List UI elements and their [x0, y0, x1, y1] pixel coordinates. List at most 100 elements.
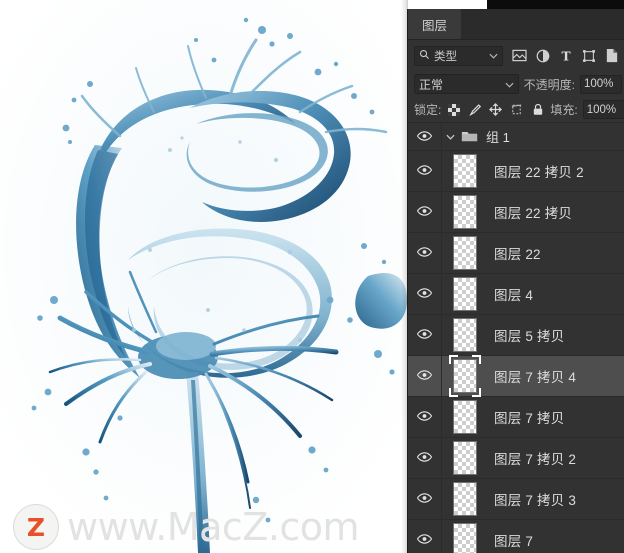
adjustment-layer-filter-icon[interactable] — [532, 45, 553, 66]
watermark-text: www.MacZ.com — [67, 505, 360, 549]
layer-group-row[interactable]: 组 1 — [408, 123, 624, 151]
document-canvas[interactable]: Z www.MacZ.com — [0, 0, 407, 553]
layer-row[interactable]: 图层 7 — [408, 520, 624, 553]
eye-icon — [416, 328, 433, 342]
opacity-input[interactable]: 100% — [580, 74, 622, 94]
layer-thumbnail-cell[interactable] — [442, 479, 488, 519]
layer-thumbnail — [453, 195, 477, 229]
chevron-down-icon — [489, 50, 498, 62]
layer-thumbnail-cell[interactable] — [442, 520, 488, 553]
layer-name[interactable]: 图层 4 — [488, 284, 624, 304]
eye-icon — [416, 205, 433, 219]
eye-icon — [416, 492, 433, 506]
layer-thumbnail-cell[interactable] — [442, 438, 488, 478]
svg-text:T: T — [561, 49, 570, 63]
layer-thumbnail — [453, 277, 477, 311]
type-layer-filter-icon[interactable]: T — [555, 45, 576, 66]
tab-layers[interactable]: 图层 — [408, 9, 463, 39]
lock-artboard-nesting-icon[interactable] — [509, 102, 524, 117]
layer-name[interactable]: 图层 7 拷贝 3 — [488, 489, 624, 509]
blend-mode-select[interactable]: 正常 — [414, 74, 519, 94]
layer-thumbnail-cell[interactable] — [442, 274, 488, 314]
layer-name[interactable]: 图层 7 — [488, 530, 624, 550]
search-icon — [419, 49, 430, 63]
layer-row[interactable]: 图层 7 拷贝 2 — [408, 438, 624, 479]
layer-visibility-toggle[interactable] — [408, 520, 442, 553]
layers-panel[interactable]: 图层 类型 T 正常 不透明度: 100% 锁定: 填充: 100% 组 1 图… — [407, 9, 624, 553]
layer-row[interactable]: 图层 7 拷贝 4 — [408, 355, 624, 397]
layer-visibility-toggle[interactable] — [408, 274, 442, 314]
layer-thumbnail-cell[interactable] — [442, 192, 488, 232]
layer-thumbnail — [453, 236, 477, 270]
layer-visibility-toggle[interactable] — [408, 479, 442, 519]
fill-input[interactable]: 100% — [582, 100, 624, 119]
screenshot-root: Z www.MacZ.com 图层 类型 T 正常 不透明度: 100% 锁定:… — [0, 0, 624, 553]
layer-thumbnail — [453, 482, 477, 516]
group-visibility-toggle[interactable] — [408, 123, 442, 150]
layer-thumbnail — [453, 441, 477, 475]
layer-name[interactable]: 图层 7 拷贝 — [488, 407, 624, 427]
layer-name[interactable]: 图层 5 拷贝 — [488, 325, 624, 345]
layer-thumbnail — [453, 400, 477, 434]
layer-row[interactable]: 图层 5 拷贝 — [408, 315, 624, 356]
panel-tab-bar: 图层 — [408, 9, 624, 40]
lock-icon-group — [446, 102, 545, 117]
lock-all-icon[interactable] — [530, 102, 545, 117]
layer-filter-row: 类型 T — [408, 40, 624, 71]
layer-name[interactable]: 图层 7 拷贝 4 — [488, 366, 624, 386]
layer-thumbnail — [453, 359, 477, 393]
smart-object-filter-icon[interactable] — [601, 45, 622, 66]
water-rose-artwork — [0, 0, 407, 553]
layer-visibility-toggle[interactable] — [408, 397, 442, 437]
layer-visibility-toggle[interactable] — [408, 233, 442, 273]
layer-thumbnail-cell[interactable] — [442, 397, 488, 437]
layer-row[interactable]: 图层 22 — [408, 233, 624, 274]
layer-thumbnail — [453, 523, 477, 553]
folder-icon — [458, 130, 480, 143]
layer-row[interactable]: 图层 22 拷贝 2 — [408, 151, 624, 192]
eye-icon — [416, 451, 433, 465]
layer-thumbnail-cell[interactable] — [442, 315, 488, 355]
eye-icon — [416, 246, 433, 260]
layer-visibility-toggle[interactable] — [408, 192, 442, 232]
layer-list[interactable]: 组 1 图层 22 拷贝 2 图层 22 拷贝 图层 22 图层 4 图层 5 拷贝 图层… — [408, 123, 624, 553]
layer-thumbnail-cell[interactable] — [442, 355, 488, 397]
layer-thumbnail-cell[interactable] — [442, 151, 488, 191]
layer-row[interactable]: 图层 7 拷贝 — [408, 397, 624, 438]
layer-visibility-toggle[interactable] — [408, 315, 442, 355]
layer-name[interactable]: 图层 22 拷贝 2 — [488, 161, 624, 181]
filter-type-select[interactable]: 类型 — [414, 45, 503, 66]
watermark: Z www.MacZ.com — [14, 505, 360, 549]
shape-layer-filter-icon[interactable] — [578, 45, 599, 66]
lock-image-pixels-icon[interactable] — [467, 102, 482, 117]
eye-icon — [416, 130, 433, 144]
fill-label: 填充: — [550, 103, 578, 117]
eye-icon — [416, 533, 433, 547]
layer-row[interactable]: 图层 4 — [408, 274, 624, 315]
layer-thumbnail — [453, 154, 477, 188]
layer-visibility-toggle[interactable] — [408, 438, 442, 478]
layer-name[interactable]: 图层 7 拷贝 2 — [488, 448, 624, 468]
macz-logo-icon: Z — [14, 505, 58, 549]
filter-icon-group: T — [509, 45, 622, 66]
layer-visibility-toggle[interactable] — [408, 356, 442, 396]
chevron-down-icon — [505, 77, 514, 91]
lock-transparent-pixels-icon[interactable] — [446, 102, 461, 117]
layer-name[interactable]: 图层 22 拷贝 — [488, 202, 624, 222]
layer-name[interactable]: 图层 22 — [488, 243, 624, 263]
lock-fill-row: 锁定: 填充: 100% — [408, 97, 624, 123]
eye-icon — [416, 410, 433, 424]
blend-opacity-row: 正常 不透明度: 100% — [408, 71, 624, 97]
group-name[interactable]: 组 1 — [480, 127, 510, 146]
layer-visibility-toggle[interactable] — [408, 151, 442, 191]
layer-thumbnail-cell[interactable] — [442, 233, 488, 273]
app-top-strip — [487, 0, 624, 9]
layer-row[interactable]: 图层 7 拷贝 3 — [408, 479, 624, 520]
layer-rows-container: 图层 22 拷贝 2 图层 22 拷贝 图层 22 图层 4 图层 5 拷贝 图层 7 拷… — [408, 151, 624, 553]
eye-icon — [416, 164, 433, 178]
filter-type-label: 类型 — [434, 50, 457, 63]
group-expand-chevron-down-icon[interactable] — [442, 134, 458, 140]
lock-position-icon[interactable] — [488, 102, 503, 117]
layer-row[interactable]: 图层 22 拷贝 — [408, 192, 624, 233]
pixel-layer-filter-icon[interactable] — [509, 45, 530, 66]
